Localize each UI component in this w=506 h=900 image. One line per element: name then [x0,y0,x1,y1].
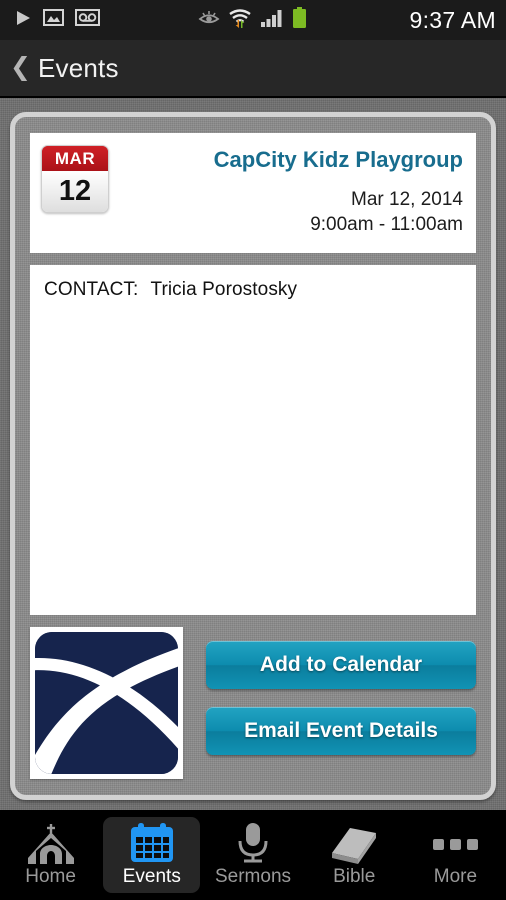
church-icon [22,824,80,864]
wifi-transfer-icon [228,8,252,33]
tab-more[interactable]: More [407,817,504,893]
calendar-day-label: 12 [42,171,108,212]
content-area: MAR 12 CapCity Kidz Playgroup Mar 12, 20… [0,98,506,810]
title-bar: ❮ Events [0,40,506,97]
calendar-month-label: MAR [42,146,108,171]
status-bar-left-icons [14,9,100,32]
battery-icon [292,6,307,34]
event-detail-panel: MAR 12 CapCity Kidz Playgroup Mar 12, 20… [10,112,496,800]
voicemail-icon [75,9,100,31]
event-footer: Add to Calendar Email Event Details [30,627,476,779]
status-bar-right-icons [198,6,307,34]
event-description-box: CONTACT: Tricia Porostosky [30,265,476,615]
microphone-icon [233,823,273,864]
tab-bible[interactable]: Bible [306,817,403,893]
ellipsis-dot [449,838,461,850]
signal-bars-icon [260,8,284,32]
event-date: Mar 12, 2014 [351,189,463,211]
play-icon [14,9,32,32]
event-summary: CapCity Kidz Playgroup Mar 12, 2014 9:00… [109,147,463,237]
tab-events-label: Events [122,866,181,887]
book-icon [328,824,380,864]
tab-home-label: Home [25,866,76,887]
tab-events[interactable]: Events [103,817,201,893]
contact-label: CONTACT: [44,279,139,300]
email-event-details-button[interactable]: Email Event Details [206,707,476,755]
event-contact-line: CONTACT: Tricia Porostosky [44,279,462,301]
status-bar-clock: 9:37 AM [409,6,496,33]
bottom-tab-bar: Home Events Sermons Bible More [0,810,506,900]
event-time: 9:00am - 11:00am [310,213,463,235]
tab-home[interactable]: Home [2,817,99,893]
church-logo-mark [35,632,178,774]
tab-more-label: More [433,866,478,887]
tab-sermons-label: Sermons [214,866,292,887]
event-title: CapCity Kidz Playgroup [213,147,463,172]
add-to-calendar-button[interactable]: Add to Calendar [206,641,476,689]
tab-sermons[interactable]: Sermons [204,817,301,893]
ellipsis-dot [466,838,478,850]
contact-name: Tricia Porostosky [150,279,298,300]
church-logo [30,627,183,779]
status-bar: 9:37 AM [0,0,506,40]
tab-bible-label: Bible [333,866,376,887]
ellipsis-icon [432,824,478,864]
ellipsis-dot [432,838,444,850]
calendar-icon [129,823,175,864]
back-chevron-icon[interactable]: ❮ [10,54,31,80]
event-header-card: MAR 12 CapCity Kidz Playgroup Mar 12, 20… [30,133,476,253]
eye-icon [198,9,220,31]
calendar-date-icon: MAR 12 [41,145,109,213]
page-title: Events [37,52,119,83]
event-action-buttons: Add to Calendar Email Event Details [206,627,476,755]
photo-icon [43,9,64,31]
